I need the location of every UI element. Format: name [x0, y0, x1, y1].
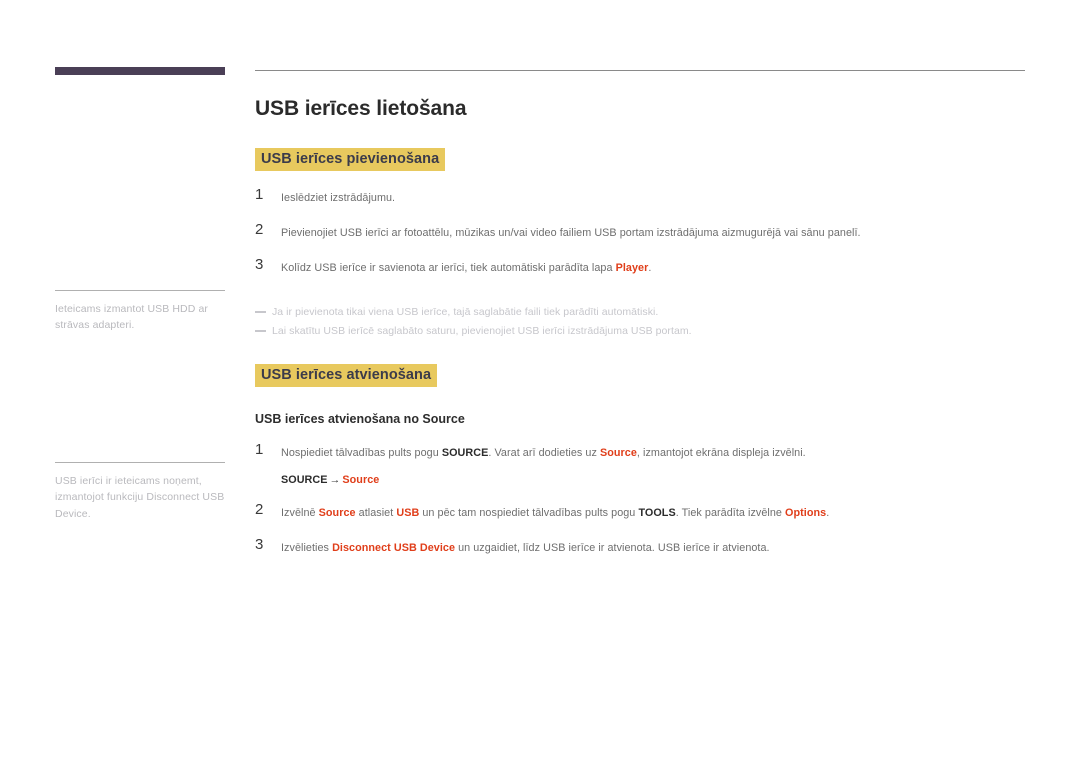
- step-text: Pievienojiet USB ierīci ar fotoattēlu, m…: [281, 225, 1045, 241]
- note-text: Lai skatītu USB ierīcē saglabāto saturu,…: [272, 324, 692, 337]
- step-item: 3 Izvēlieties Disconnect USB Device un uz…: [255, 536, 1045, 556]
- step-item: 1 Ieslēdziet izstrādājumu.: [255, 186, 1045, 206]
- step-item: 2 Izvēlnē Source atlasiet USB un pēc tam …: [255, 501, 1045, 521]
- step-accent-term: USB: [396, 507, 420, 520]
- step-text: Izvēlieties Disconnect USB Device un uzg…: [281, 540, 1045, 556]
- step-number: 2: [255, 501, 264, 519]
- note-line: Ja ir pievienota tikai viena USB ierīce,…: [255, 304, 1045, 320]
- dash-icon: [255, 310, 266, 313]
- step-text: Izvēlnē Source atlasiet USB un pēc tam n…: [281, 505, 1045, 521]
- note-line: Lai skatītu USB ierīcē saglabāto saturu,…: [255, 323, 1045, 339]
- sidebar-divider: [55, 462, 225, 463]
- step-text: Izvēlieties: [281, 542, 333, 555]
- step-text: Kolīdz USB ierīce ir savienota ar ierīci…: [281, 262, 616, 275]
- step-item: 3 Kolīdz USB ierīce ir savienota ar ierīc…: [255, 256, 1045, 276]
- note-text: .: [87, 507, 91, 520]
- step-text: Pievienojiet USB ierīci ar fotoattēlu, m…: [281, 227, 861, 240]
- document-page: Ieteicams izmantot USB HDD ar strāvas ad…: [0, 0, 1080, 763]
- sidebar-notes: Ieteicams izmantot USB HDD ar strāvas ad…: [55, 290, 227, 520]
- sidebar-note-1-text: Ieteicams izmantot USB HDD ar strāvas ad…: [55, 301, 227, 334]
- page-title: USB ierīces lietošana: [255, 97, 467, 120]
- sidebar-divider: [55, 290, 225, 291]
- note-text: Ieteicams izmantot USB HDD ar strāvas ad…: [55, 303, 209, 332]
- step-accent-term: Player: [615, 262, 649, 275]
- section-disconnecting-usb: USB ierīces atvienošana USB ierīces atvi…: [255, 364, 1045, 557]
- step-text: . Tiek parādīta izvēlne: [675, 507, 786, 520]
- step-text: atlasiet: [355, 507, 397, 520]
- notes-list-1: Ja ir pievienota tikai viena USB ierīce,…: [255, 304, 1045, 340]
- section-heading-2: USB ierīces atvienošana: [255, 364, 438, 388]
- step-text: Nospiediet tālvadības pults pogu: [281, 447, 442, 460]
- step-item: 2 Pievienojiet USB ierīci ar fotoattēlu, …: [255, 221, 1045, 241]
- step-accent-term: Source: [599, 447, 637, 460]
- step-text: Nospiediet tālvadības pults pogu SOURCE.…: [281, 445, 1045, 461]
- step-number: 1: [255, 441, 264, 459]
- dash-icon: [255, 329, 266, 332]
- step-bold-term: SOURCE: [441, 447, 489, 460]
- step-item: 1 Nospiediet tālvadības pults pogu SOURCE…: [255, 441, 1045, 486]
- step-bold-term: TOOLS: [638, 507, 676, 520]
- step-text: . Varat arī dodieties uz: [488, 447, 600, 460]
- menu-path-root: SOURCE: [281, 474, 328, 487]
- step-accent-term: Disconnect USB Device: [332, 542, 456, 555]
- step-text: Ieslēdziet izstrādājumu.: [281, 190, 1045, 206]
- sidebar-note-2-text: USB ierīci ir ieteicams noņemt, izmantoj…: [55, 473, 227, 522]
- menu-path-target: Source: [342, 474, 380, 487]
- main-content: USB ierīces lietošana USB ierīces pievie…: [255, 97, 1045, 557]
- step-text: un pēc tam nospiediet tālvadības pults p…: [419, 507, 639, 520]
- step-number: 2: [255, 221, 264, 239]
- step-text: Izvēlnē: [281, 507, 319, 520]
- menu-path: SOURCE → Source: [281, 474, 1045, 486]
- step-text: , izmantojot ekrāna displeja izvēlni.: [636, 447, 806, 460]
- step-number: 1: [255, 186, 264, 203]
- step-accent-term: Source: [318, 507, 356, 520]
- step-accent-term: Options: [785, 507, 827, 520]
- sidebar-note-2: USB ierīci ir ieteicams noņemt, izmantoj…: [55, 462, 227, 522]
- section-heading-1: USB ierīces pievienošana: [255, 148, 446, 171]
- step-text: Kolīdz USB ierīce ir savienota ar ierīci…: [281, 260, 1045, 276]
- step-text: .: [648, 262, 652, 275]
- step-number: 3: [255, 536, 264, 554]
- steps-list-2: 1 Nospiediet tālvadības pults pogu SOURCE…: [255, 441, 1045, 557]
- section-subheading-2: USB ierīces atvienošana no Source: [255, 412, 465, 427]
- note-text: Ja ir pievienota tikai viena USB ierīce,…: [272, 305, 659, 318]
- step-text: .: [826, 507, 830, 520]
- sidebar-note-1: Ieteicams izmantot USB HDD ar strāvas ad…: [55, 290, 227, 334]
- brand-bar: [55, 67, 225, 75]
- section-connecting-usb: USB ierīces pievienošana 1 Ieslēdziet izs…: [255, 121, 1045, 339]
- steps-list-1: 1 Ieslēdziet izstrādājumu. 2 Pievienojiet U…: [255, 186, 1045, 277]
- step-text: Ieslēdziet izstrādājumu.: [281, 192, 396, 204]
- header-rule: [255, 70, 1025, 71]
- arrow-icon: →: [329, 474, 341, 487]
- step-number: 3: [255, 256, 264, 274]
- step-text: un uzgaidiet, līdz USB ierīce ir atvieno…: [455, 542, 770, 555]
